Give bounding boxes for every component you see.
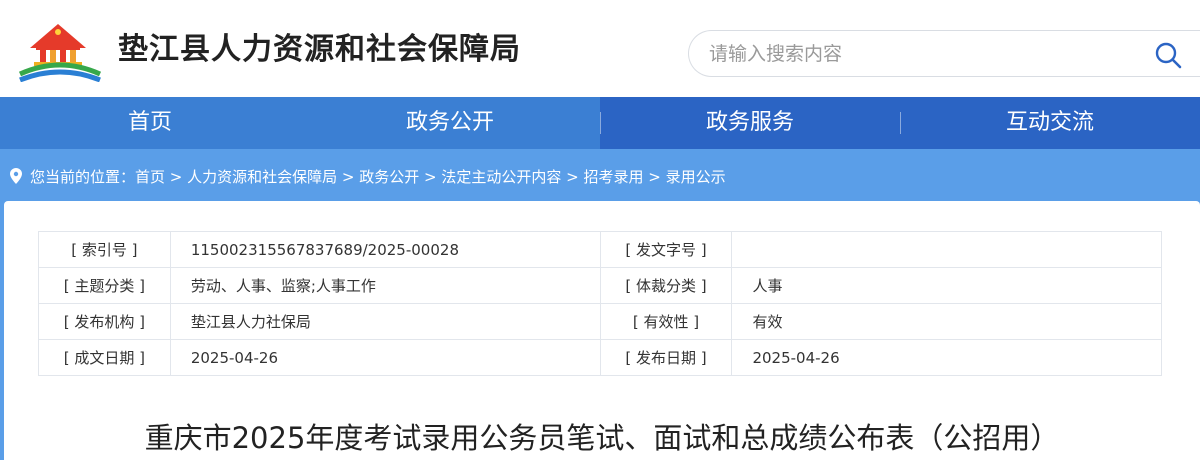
meta-value-publish-date: 2025-04-26	[731, 339, 1162, 376]
breadcrumb-item-bureau[interactable]: 人力资源和社会保障局	[187, 168, 337, 186]
meta-value-document-number	[731, 231, 1162, 268]
meta-value-subject-category: 劳动、人事、监察;人事工作	[169, 267, 601, 304]
nav-item-government-affairs[interactable]: 政务公开	[300, 97, 600, 149]
meta-label-publish-date: [ 发布日期 ]	[599, 339, 733, 376]
nav-item-home[interactable]: 首页	[0, 97, 300, 149]
breadcrumb-item-recruitment[interactable]: 招考录用	[584, 168, 644, 186]
breadcrumb-item-government-affairs[interactable]: 政务公开	[359, 168, 419, 186]
meta-value-index-number: 115002315567837689/2025-00028	[169, 231, 601, 268]
government-building-logo-icon[interactable]	[18, 18, 102, 82]
table-row: [ 成文日期 ] 2025-04-26 [ 发布日期 ] 2025-04-26	[38, 339, 1162, 376]
meta-label-subject-category: [ 主题分类 ]	[38, 267, 171, 304]
table-row: [ 索引号 ] 115002315567837689/2025-00028 [ …	[38, 231, 1162, 268]
breadcrumb-item-home[interactable]: 首页	[135, 168, 165, 186]
breadcrumb-separator: >	[561, 168, 584, 186]
document-metadata-table: [ 索引号 ] 115002315567837689/2025-00028 [ …	[38, 231, 1162, 376]
breadcrumb-item-hiring-notice[interactable]: 录用公示	[666, 168, 726, 186]
breadcrumb-separator: >	[165, 168, 188, 186]
breadcrumb-separator: >	[337, 168, 360, 186]
breadcrumb-separator: >	[419, 168, 442, 186]
breadcrumb-trail: 您当前的位置：首页 > 人力资源和社会保障局 > 政务公开 > 法定主动公开内容…	[30, 166, 726, 187]
search-box	[688, 30, 1200, 77]
table-row: [ 主题分类 ] 劳动、人事、监察;人事工作 [ 体裁分类 ] 人事	[38, 267, 1162, 304]
meta-label-genre-category: [ 体裁分类 ]	[599, 267, 733, 304]
search-icon[interactable]	[1153, 40, 1183, 70]
meta-label-written-date: [ 成文日期 ]	[38, 339, 171, 376]
document-title: 重庆市2025年度考试录用公务员笔试、面试和总成绩公布表（公招用）	[144, 421, 1060, 455]
meta-value-written-date: 2025-04-26	[169, 339, 601, 376]
meta-label-index-number: [ 索引号 ]	[38, 231, 171, 268]
meta-label-document-number: [ 发文字号 ]	[599, 231, 733, 268]
nav-item-government-services[interactable]: 政务服务	[600, 97, 900, 149]
table-row: [ 发布机构 ] 垫江县人力社保局 [ 有效性 ] 有效	[38, 303, 1162, 340]
breadcrumb-item-statutory-disclosure[interactable]: 法定主动公开内容	[441, 168, 561, 186]
meta-label-publisher: [ 发布机构 ]	[38, 303, 171, 340]
meta-label-validity: [ 有效性 ]	[599, 303, 733, 340]
search-input[interactable]	[709, 40, 1129, 68]
breadcrumb-separator: >	[643, 168, 666, 186]
breadcrumb: 您当前的位置：首页 > 人力资源和社会保障局 > 政务公开 > 法定主动公开内容…	[0, 149, 1200, 201]
location-pin-icon	[10, 168, 22, 184]
meta-value-publisher: 垫江县人力社保局	[169, 303, 601, 340]
breadcrumb-prefix: 您当前的位置：	[30, 168, 136, 186]
site-title[interactable]: 垫江县人力资源和社会保障局	[118, 24, 521, 68]
meta-value-genre-category: 人事	[731, 267, 1162, 304]
site-header: 垫江县人力资源和社会保障局	[0, 0, 1200, 97]
meta-value-validity: 有效	[731, 303, 1162, 340]
nav-item-interaction[interactable]: 互动交流	[900, 97, 1200, 149]
content-panel: [ 索引号 ] 115002315567837689/2025-00028 [ …	[4, 201, 1200, 460]
main-nav: 首页 政务公开 政务服务 互动交流	[0, 97, 1200, 149]
